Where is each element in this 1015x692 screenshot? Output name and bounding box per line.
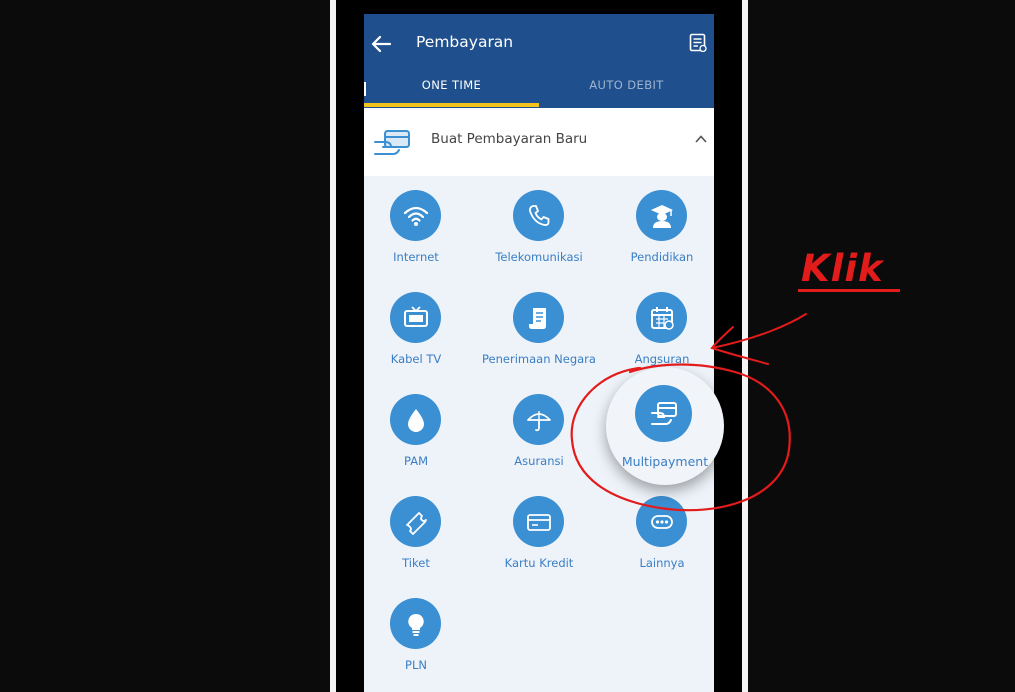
water-drop-icon bbox=[390, 394, 441, 445]
category-pam[interactable]: PAM bbox=[364, 394, 476, 484]
annotation-underline bbox=[798, 289, 900, 292]
category-multipayment[interactable]: Multipayment bbox=[606, 367, 724, 485]
tv-icon bbox=[390, 292, 441, 343]
annotation-klik: Klik bbox=[801, 247, 884, 290]
card-hand-icon bbox=[635, 385, 692, 442]
scroll-icon bbox=[513, 292, 564, 343]
tab-active-indicator bbox=[364, 103, 539, 107]
category-telekomunikasi[interactable]: Telekomunikasi bbox=[479, 190, 599, 280]
category-kartu-kredit[interactable]: Kartu Kredit bbox=[479, 496, 599, 586]
category-label: Angsuran bbox=[634, 352, 690, 366]
category-label: Asuransi bbox=[514, 454, 564, 468]
category-tiket[interactable]: Tiket bbox=[364, 496, 476, 586]
graduate-icon bbox=[636, 190, 687, 241]
category-label: PLN bbox=[405, 658, 427, 672]
category-lainnya[interactable]: Lainnya bbox=[602, 496, 714, 586]
category-asuransi[interactable]: Asuransi bbox=[479, 394, 599, 484]
phone-icon bbox=[513, 190, 564, 241]
receipt-icon[interactable] bbox=[689, 33, 707, 53]
section-title: Buat Pembayaran Baru bbox=[431, 131, 588, 147]
wifi-icon bbox=[390, 190, 441, 241]
category-label: Pendidikan bbox=[630, 250, 694, 264]
more-icon bbox=[636, 496, 687, 547]
category-pendidikan[interactable]: Pendidikan bbox=[602, 190, 714, 280]
tab-auto-debit[interactable]: AUTO DEBIT bbox=[539, 78, 714, 98]
category-pln[interactable]: PLN bbox=[364, 598, 476, 688]
category-label: Multipayment bbox=[621, 454, 709, 469]
category-label: Lainnya bbox=[639, 556, 685, 570]
page-title: Pembayaran bbox=[416, 33, 514, 51]
arrow-left-icon[interactable] bbox=[370, 34, 392, 54]
category-kabel-tv[interactable]: Kabel TV bbox=[364, 292, 476, 382]
app-screen: Pembayaran ONE TIME AUTO DEBIT Buat Pemb… bbox=[364, 14, 714, 692]
umbrella-icon bbox=[513, 394, 564, 445]
calendar-icon bbox=[636, 292, 687, 343]
card-hand-icon bbox=[374, 130, 410, 155]
chevron-up-icon[interactable] bbox=[694, 132, 708, 146]
tab-one-time[interactable]: ONE TIME bbox=[364, 78, 539, 98]
category-penerimaan-negara[interactable]: Penerimaan Negara bbox=[479, 292, 599, 382]
credit-card-icon bbox=[513, 496, 564, 547]
app-bar: Pembayaran ONE TIME AUTO DEBIT bbox=[364, 14, 714, 108]
lightbulb-icon bbox=[390, 598, 441, 649]
category-internet[interactable]: Internet bbox=[364, 190, 476, 280]
new-payment-section-header[interactable]: Buat Pembayaran Baru bbox=[364, 108, 714, 176]
ticket-icon bbox=[390, 496, 441, 547]
